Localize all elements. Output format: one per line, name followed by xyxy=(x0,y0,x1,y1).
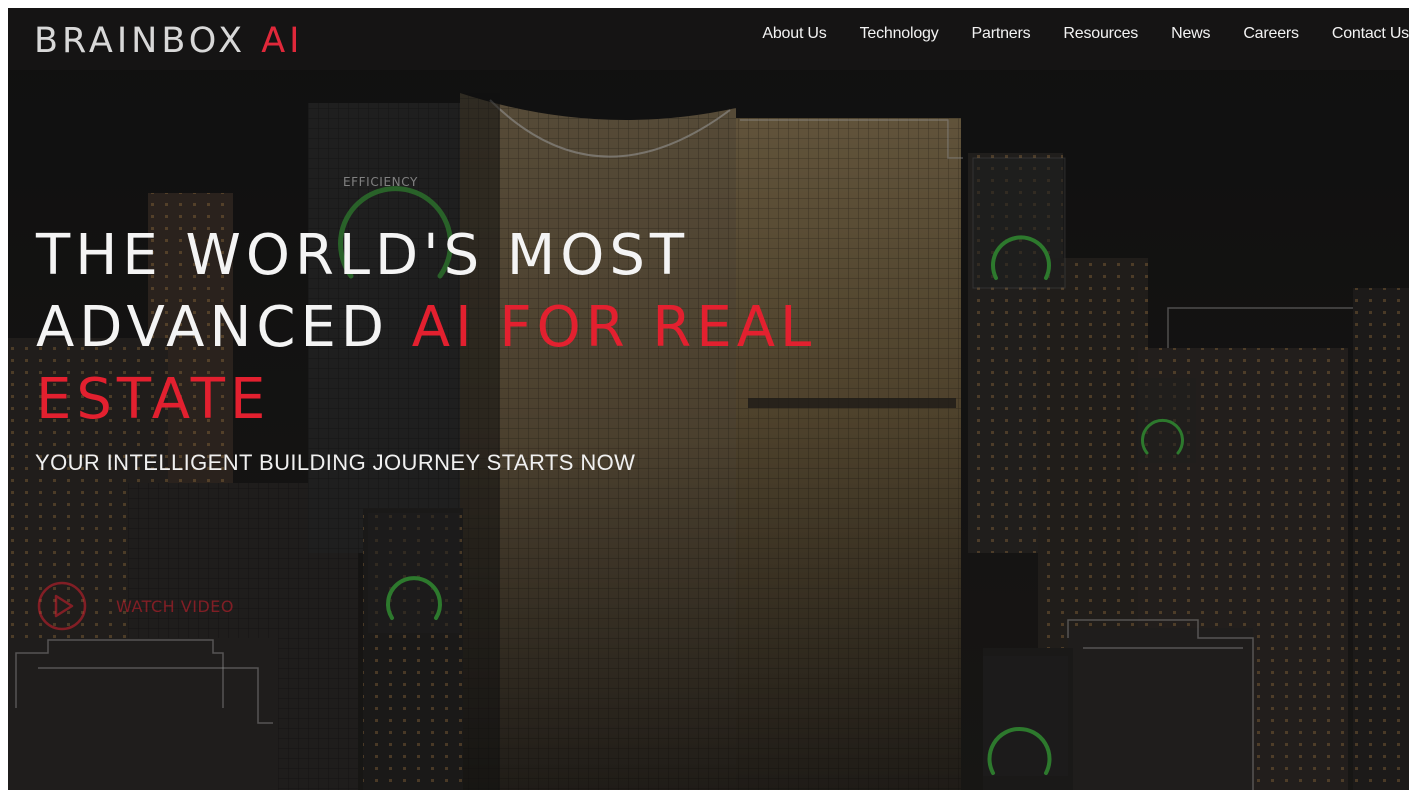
headline-line-2-white: ADVANCED xyxy=(36,295,412,360)
navbar: BRAINBOX AI About Us Technology Partners… xyxy=(8,8,1409,70)
headline-line-2-red: AI FOR REAL xyxy=(411,295,817,360)
watch-video-label: WATCH VIDEO xyxy=(116,596,234,616)
play-icon xyxy=(37,581,87,631)
efficiency-panel-label: EFFICIENCY xyxy=(343,175,418,189)
watch-video-button[interactable]: WATCH VIDEO xyxy=(36,580,234,632)
headline-line-1: THE WORLD'S MOST xyxy=(36,223,690,288)
hero-page: EFFICIENCY BRAINBOX AI About Us Technolo… xyxy=(8,8,1409,790)
nav-resources[interactable]: Resources xyxy=(1063,25,1138,43)
nav-technology[interactable]: Technology xyxy=(860,25,939,43)
hero-headline: THE WORLD'S MOST ADVANCED AI FOR REAL ES… xyxy=(36,220,936,436)
nav-news[interactable]: News xyxy=(1171,25,1210,43)
headline-line-3-red: ESTATE xyxy=(36,367,271,432)
hero-subheadline: YOUR INTELLIGENT BUILDING JOURNEY STARTS… xyxy=(35,450,636,475)
nav-partners[interactable]: Partners xyxy=(972,25,1031,43)
brand-logo[interactable]: BRAINBOX AI xyxy=(34,21,303,61)
brand-name: BRAINBOX xyxy=(34,21,247,61)
nav-about-us[interactable]: About Us xyxy=(762,25,826,43)
nav-careers[interactable]: Careers xyxy=(1243,25,1299,43)
nav-contact-us[interactable]: Contact Us xyxy=(1332,25,1409,43)
main-nav: About Us Technology Partners Resources N… xyxy=(762,25,1409,43)
brand-accent: AI xyxy=(261,21,304,61)
